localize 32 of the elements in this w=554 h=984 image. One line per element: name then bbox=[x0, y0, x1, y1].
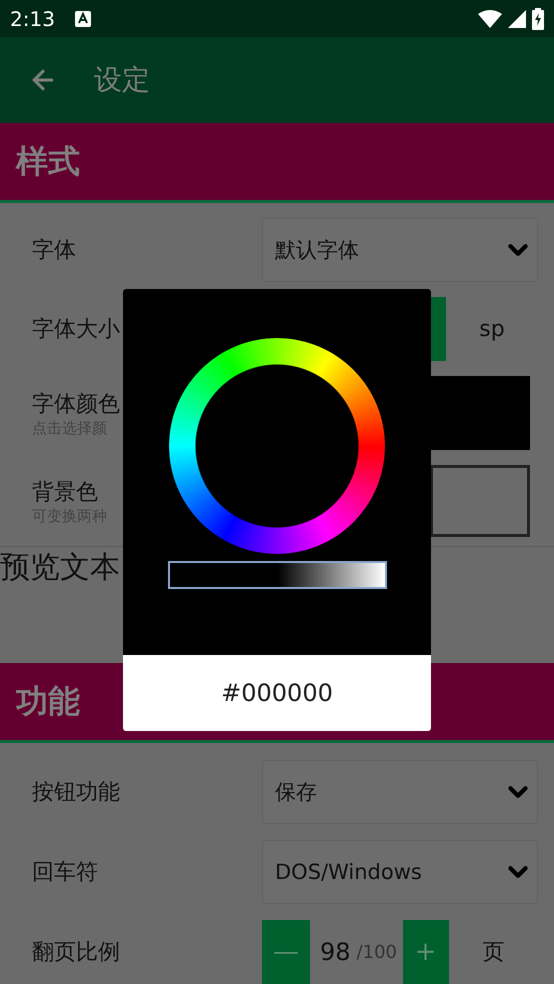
dropdown-value: 默认字体 bbox=[275, 237, 359, 264]
dropdown[interactable]: DOS/Windows bbox=[262, 840, 538, 904]
dropdown[interactable]: 保存 bbox=[262, 760, 538, 824]
setting-label: 按钮功能 bbox=[32, 779, 121, 807]
status-time: 2:13 bbox=[10, 6, 55, 30]
stepper-max: /100 bbox=[356, 942, 398, 962]
increase-button[interactable]: + bbox=[402, 920, 449, 984]
section-title: 功能 bbox=[16, 680, 80, 722]
setting-label: 翻页比例 bbox=[32, 939, 121, 967]
unit-label: 页 bbox=[481, 939, 506, 967]
shade-gradient-bar[interactable] bbox=[168, 561, 386, 589]
setting-label: 字体大小 bbox=[32, 316, 121, 344]
setting-label: 字体 bbox=[32, 237, 77, 265]
decrease-button[interactable]: — bbox=[262, 920, 310, 984]
preview-text: 预览文本 bbox=[0, 550, 120, 585]
dropdown-value: 保存 bbox=[275, 779, 317, 806]
color-swatch[interactable] bbox=[430, 376, 530, 450]
wifi-icon bbox=[478, 10, 502, 28]
page-title: 设定 bbox=[94, 62, 150, 98]
hex-value: #000000 bbox=[221, 679, 333, 707]
setting-label: 字体颜色 bbox=[32, 390, 121, 418]
battery-charging-icon bbox=[532, 8, 544, 30]
stepper-value: 98 bbox=[320, 938, 351, 966]
setting-label: 背景色 bbox=[32, 478, 99, 506]
dropdown-value: DOS/Windows bbox=[275, 860, 422, 884]
keyboard-notification-icon bbox=[74, 10, 91, 26]
setting-label: 回车符 bbox=[32, 859, 99, 887]
dropdown[interactable]: 默认字体 bbox=[262, 218, 538, 282]
section-title: 样式 bbox=[16, 140, 80, 182]
signal-icon bbox=[508, 10, 526, 28]
color-swatch[interactable] bbox=[430, 465, 530, 537]
unit-label: sp bbox=[478, 316, 506, 342]
